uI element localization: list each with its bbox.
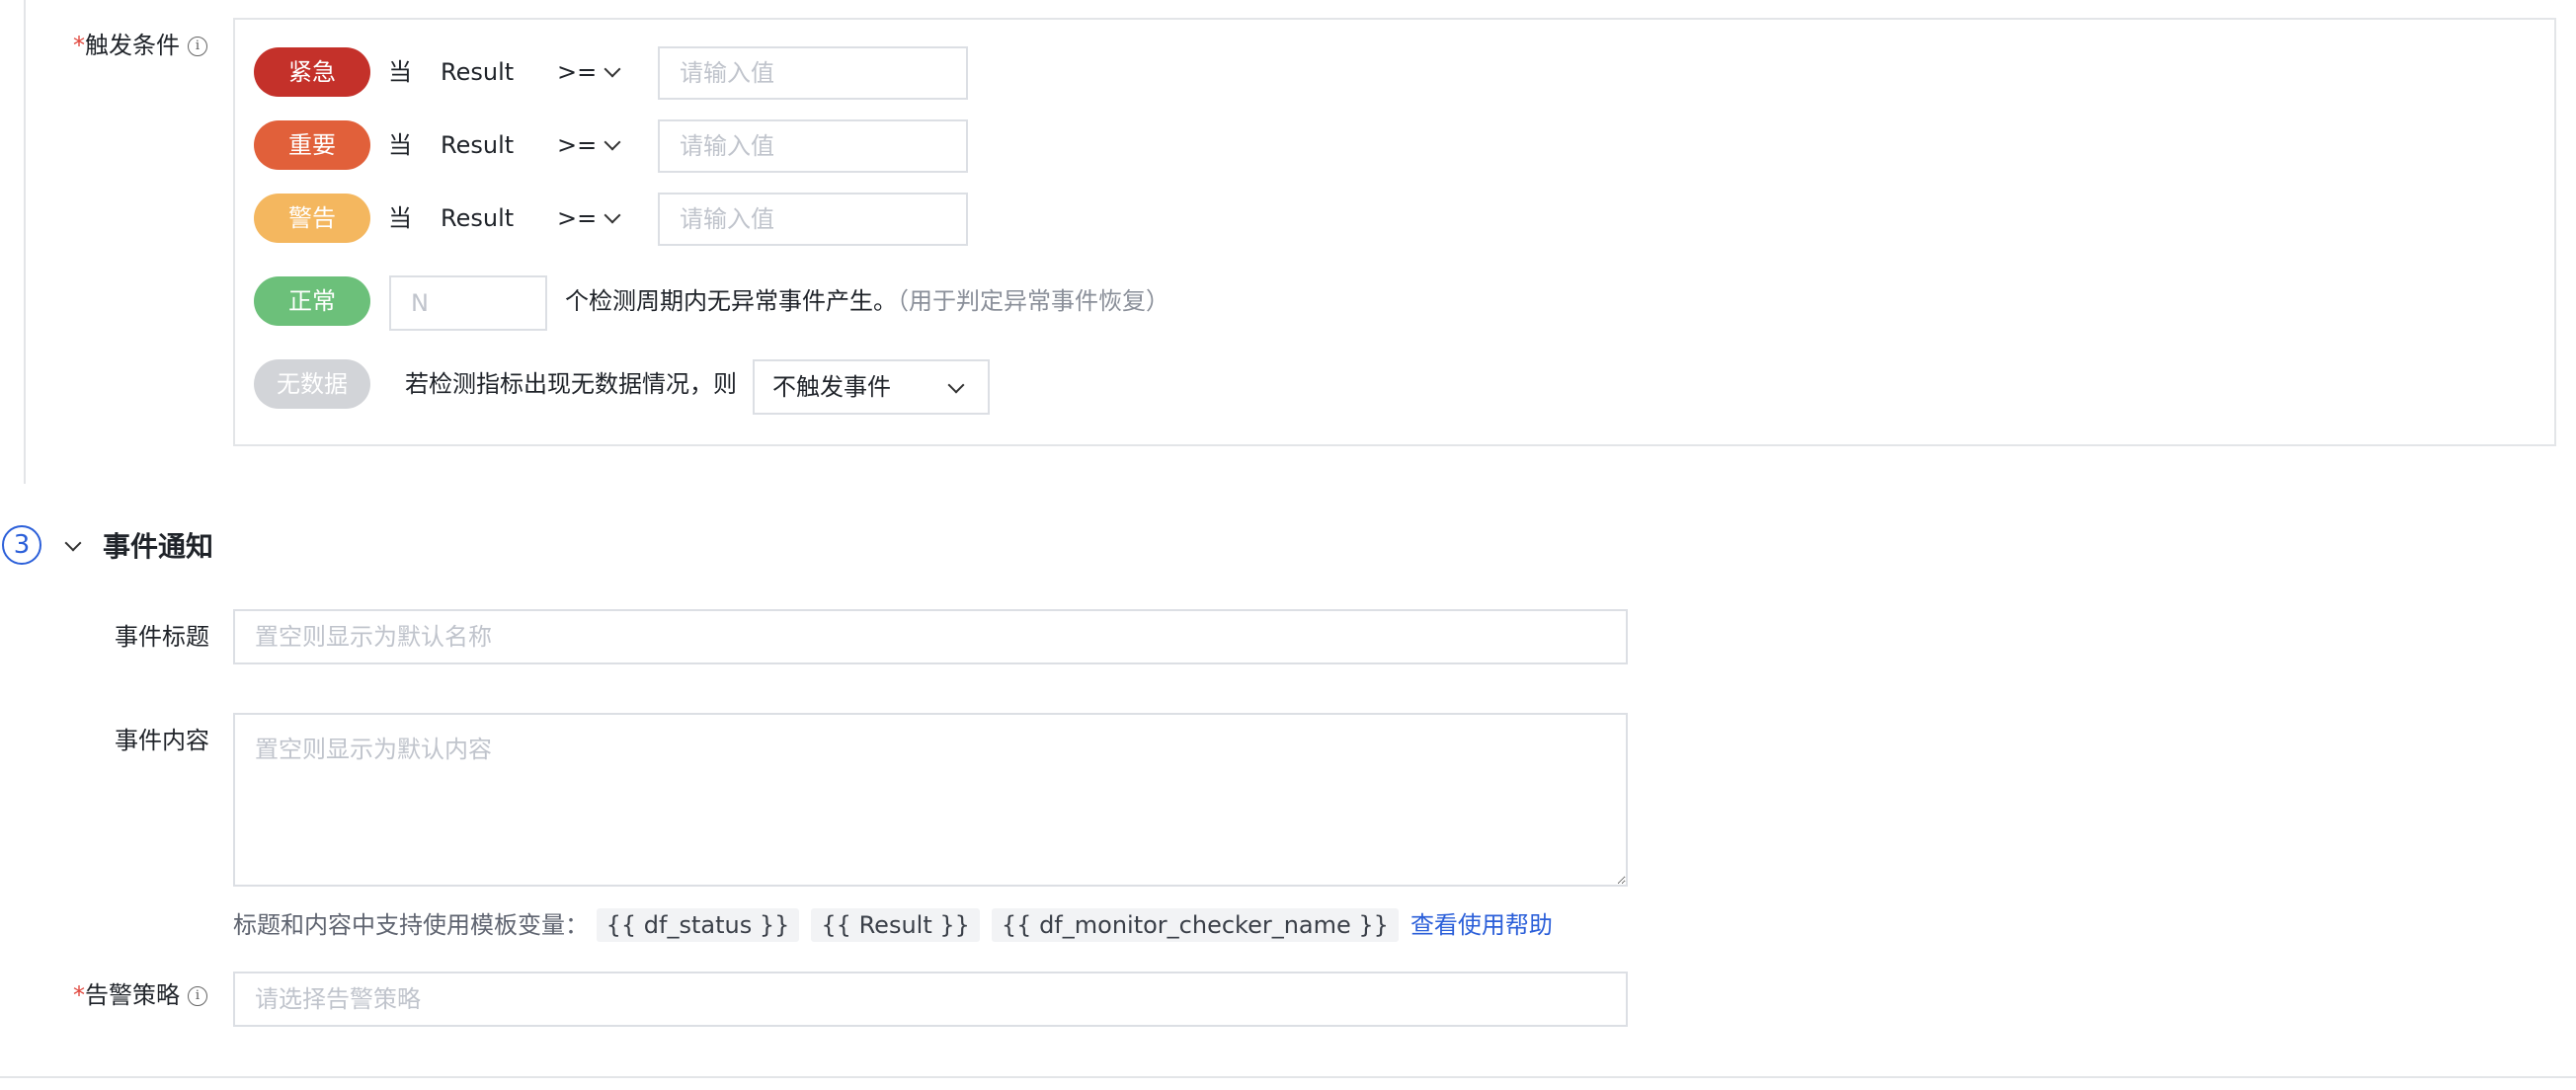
level-badge-urgent: 紧急 bbox=[254, 47, 370, 97]
warning-threshold-input[interactable] bbox=[658, 193, 968, 246]
event-content-label: 事件内容 bbox=[115, 727, 209, 754]
info-circle-icon[interactable]: i bbox=[188, 986, 207, 1006]
operator-select[interactable]: >= bbox=[557, 130, 621, 160]
metric-field: Result bbox=[441, 58, 515, 86]
template-variable-chip: {{ Result }} bbox=[811, 908, 980, 942]
nodata-condition-text: 若检测指标出现无数据情况，则 bbox=[405, 370, 737, 398]
when-label: 当 bbox=[388, 58, 412, 86]
trigger-condition-label: *触发条件 i bbox=[73, 31, 207, 60]
template-variable-chip: {{ df_monitor_checker_name }} bbox=[991, 908, 1399, 942]
normal-periods-input[interactable] bbox=[389, 275, 547, 331]
level-badge-warning: 警告 bbox=[254, 194, 370, 243]
nodata-action-select[interactable]: 不触发事件 bbox=[753, 359, 990, 415]
level-badge-normal: 正常 bbox=[254, 276, 370, 326]
level-badge-important: 重要 bbox=[254, 120, 370, 170]
alert-policy-select[interactable]: 请选择告警策略 bbox=[233, 972, 1628, 1027]
section-divider bbox=[0, 1076, 2576, 1078]
chevron-down-icon bbox=[604, 206, 621, 224]
event-title-input[interactable] bbox=[233, 609, 1628, 664]
chevron-down-icon bbox=[604, 133, 621, 151]
important-threshold-input[interactable] bbox=[658, 119, 968, 173]
template-variables-hint: 标题和内容中支持使用模板变量： {{ df_status }}{{ Result… bbox=[233, 908, 1553, 942]
event-content-textarea[interactable] bbox=[233, 713, 1628, 887]
chevron-down-icon bbox=[604, 60, 621, 78]
step-number-badge: 3 bbox=[2, 525, 41, 565]
when-label: 当 bbox=[388, 131, 412, 159]
info-circle-icon[interactable]: i bbox=[188, 37, 207, 56]
chevron-down-icon bbox=[947, 376, 965, 394]
operator-select[interactable]: >= bbox=[557, 57, 621, 87]
alert-policy-label: *告警策略 i bbox=[73, 980, 207, 1010]
when-label: 当 bbox=[388, 204, 412, 232]
normal-condition-text: 个检测周期内无异常事件产生。（用于判定异常事件恢复） bbox=[565, 287, 1169, 315]
view-help-link[interactable]: 查看使用帮助 bbox=[1410, 911, 1553, 939]
level-badge-nodata: 无数据 bbox=[254, 359, 370, 409]
section-title: 事件通知 bbox=[103, 530, 214, 563]
event-title-label: 事件标题 bbox=[115, 623, 209, 651]
template-variable-chip: {{ df_status }} bbox=[596, 908, 800, 942]
collapse-chevron-icon[interactable] bbox=[64, 534, 82, 552]
operator-select[interactable]: >= bbox=[557, 203, 621, 233]
urgent-threshold-input[interactable] bbox=[658, 46, 968, 100]
metric-field: Result bbox=[441, 131, 515, 159]
step-connector-line bbox=[24, 0, 26, 484]
metric-field: Result bbox=[441, 204, 515, 232]
